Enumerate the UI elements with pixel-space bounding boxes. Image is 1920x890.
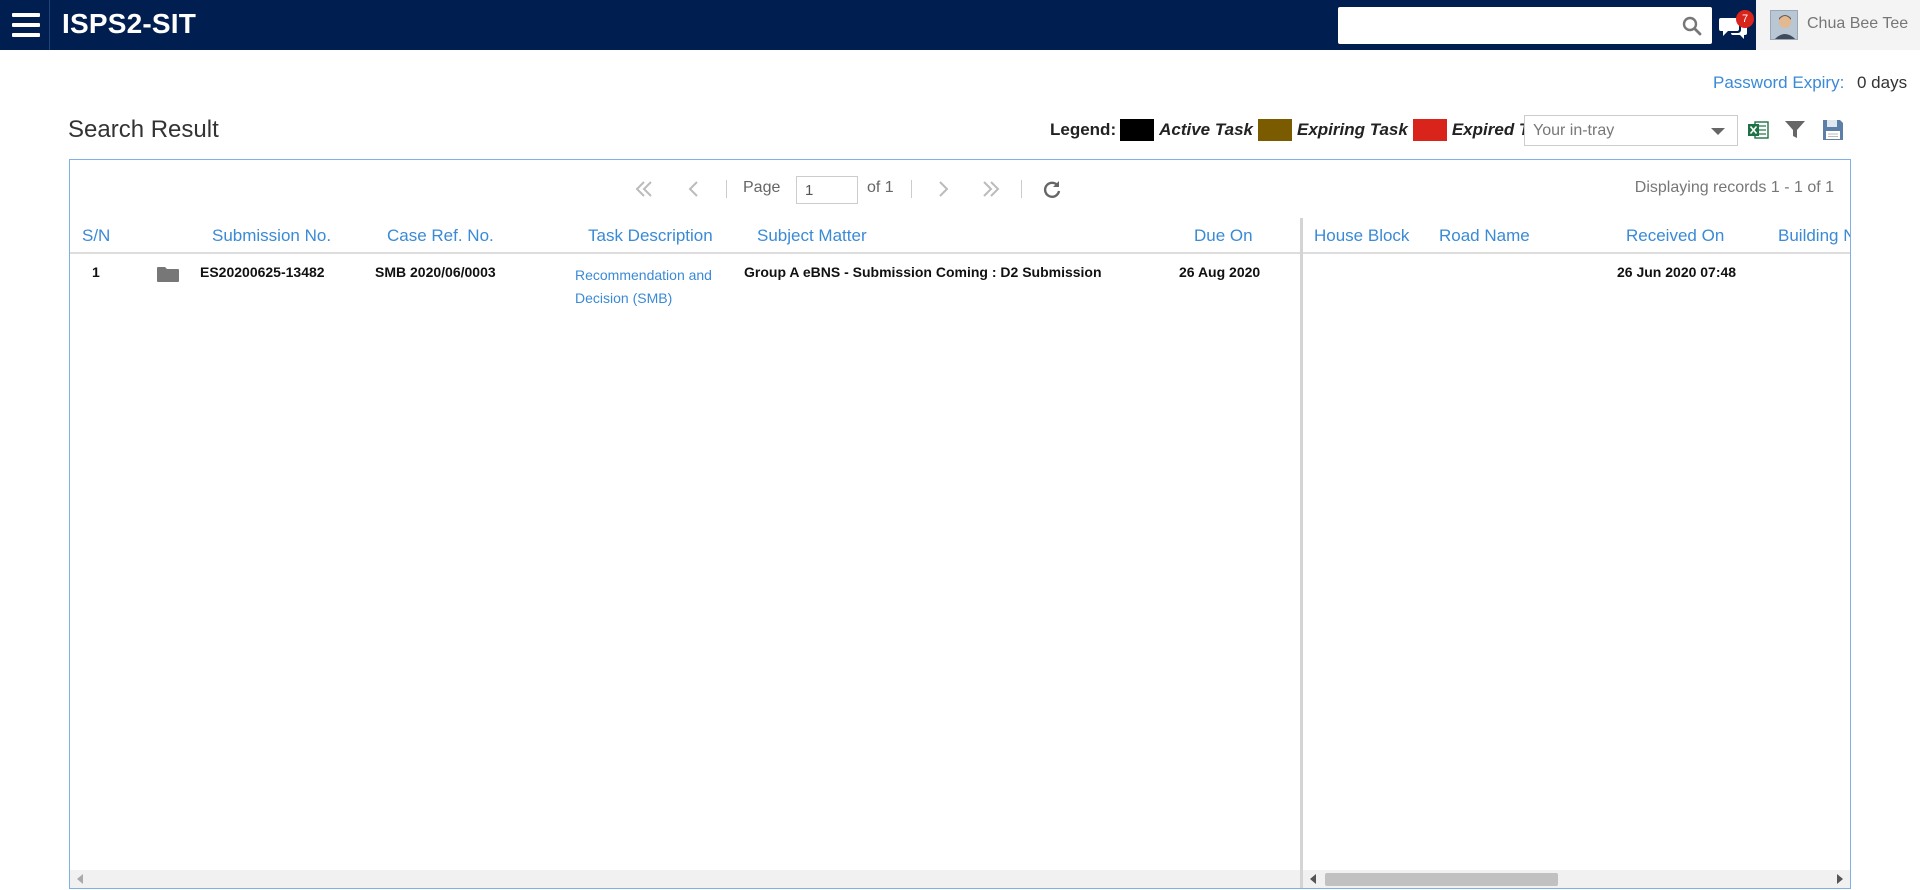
cell-case-ref: SMB 2020/06/0003 — [375, 264, 496, 280]
search-icon[interactable] — [1682, 16, 1702, 36]
filter-icon[interactable] — [1783, 118, 1807, 142]
page-label: Page — [743, 179, 781, 196]
column-header-building-name[interactable]: Building N — [1778, 226, 1850, 246]
records-display: Displaying records 1 - 1 of 1 — [1634, 179, 1834, 196]
pager-separator — [911, 180, 912, 198]
column-header-subject-matter[interactable]: Subject Matter — [757, 226, 867, 246]
notification-badge: 7 — [1736, 10, 1754, 28]
save-icon[interactable] — [1821, 118, 1845, 142]
legend-swatch-active — [1120, 119, 1155, 141]
password-expiry-value: 0 days — [1857, 73, 1908, 92]
column-header-task-description[interactable]: Task Description — [588, 226, 713, 246]
table-row[interactable]: 1 ES20200625-13482 SMB 2020/06/0003 Reco… — [70, 256, 1300, 306]
excel-export-icon[interactable] — [1746, 118, 1770, 142]
table-row[interactable]: 26 Jun 2020 07:48 — [1303, 256, 1850, 306]
legend-swatch-expiring — [1257, 119, 1292, 141]
avatar — [1770, 10, 1798, 40]
app-title: ISPS2-SIT — [62, 8, 197, 39]
column-header-submission-no[interactable]: Submission No. — [212, 226, 331, 246]
right-horizontal-scrollbar[interactable] — [1303, 870, 1850, 888]
tray-select[interactable]: Your in-tray — [1524, 115, 1738, 146]
nav-divider — [49, 0, 50, 50]
column-header-house-block[interactable]: House Block — [1314, 226, 1409, 246]
cell-sn: 1 — [92, 264, 100, 280]
refresh-icon[interactable] — [1041, 178, 1063, 200]
first-page-icon[interactable] — [633, 178, 655, 200]
column-header-sn[interactable]: S/N — [82, 226, 110, 246]
previous-page-icon[interactable] — [683, 178, 705, 200]
grid-header-left: S/N Submission No. Case Ref. No. Task De… — [70, 218, 1300, 254]
scroll-left-icon[interactable] — [77, 874, 83, 884]
column-header-case-ref[interactable]: Case Ref. No. — [387, 226, 494, 246]
left-horizontal-scrollbar[interactable] — [70, 870, 1300, 888]
page-number-input[interactable] — [796, 176, 858, 204]
chevron-down-icon — [1711, 128, 1725, 135]
next-page-icon[interactable] — [932, 178, 954, 200]
legend-label-active: Active Task — [1159, 120, 1253, 139]
pager-toolbar: Page of 1 Displaying records 1 - 1 of 1 — [70, 160, 1850, 218]
search-input[interactable] — [1338, 7, 1668, 44]
user-menu[interactable]: Chua Bee Tee — [1756, 0, 1920, 50]
page-of-label: of 1 — [867, 179, 894, 196]
column-header-road-name[interactable]: Road Name — [1439, 226, 1530, 246]
cell-due-on: 26 Aug 2020 — [1179, 264, 1261, 280]
page-title: Search Result — [68, 116, 219, 143]
legend-swatch-expired — [1412, 119, 1447, 141]
grid-header-right: House Block Road Name Received On Buildi… — [1303, 218, 1850, 254]
legend-title: Legend: — [1050, 120, 1117, 139]
tray-select-value: Your in-tray — [1533, 122, 1615, 139]
scroll-right-icon[interactable] — [1837, 874, 1843, 884]
folder-icon[interactable] — [156, 265, 180, 283]
column-header-received-on[interactable]: Received On — [1626, 226, 1724, 246]
password-expiry-link[interactable]: Password Expiry: — [1713, 73, 1844, 93]
grid-left-pane: S/N Submission No. Case Ref. No. Task De… — [70, 218, 1300, 888]
pager-separator — [1021, 180, 1022, 198]
global-search — [1338, 7, 1712, 44]
last-page-icon[interactable] — [980, 178, 1002, 200]
scroll-left-icon[interactable] — [1310, 874, 1316, 884]
task-description-link[interactable]: Recommendation and Decision (SMB) — [575, 264, 725, 310]
legend-label-expiring: Expiring Task — [1296, 120, 1408, 139]
results-grid: Page of 1 Displaying records 1 - 1 of 1 … — [69, 159, 1851, 889]
pager-separator — [726, 180, 727, 198]
user-name: Chua Bee Tee — [1807, 15, 1909, 32]
grid-right-pane: House Block Road Name Received On Buildi… — [1303, 218, 1850, 888]
top-nav-bar: ISPS2-SIT 7 Chua Bee Tee — [0, 0, 1920, 50]
cell-subject-matter: Group A eBNS - Submission Coming : D2 Su… — [744, 264, 1102, 280]
scroll-thumb[interactable] — [1325, 873, 1558, 886]
column-header-due-on[interactable]: Due On — [1194, 226, 1253, 246]
cell-submission-no: ES20200625-13482 — [200, 264, 325, 280]
legend: Legend: Active Task Expiring Task Expire… — [1050, 117, 1562, 143]
cell-received-on: 26 Jun 2020 07:48 — [1617, 264, 1737, 280]
menu-icon[interactable] — [12, 13, 40, 37]
